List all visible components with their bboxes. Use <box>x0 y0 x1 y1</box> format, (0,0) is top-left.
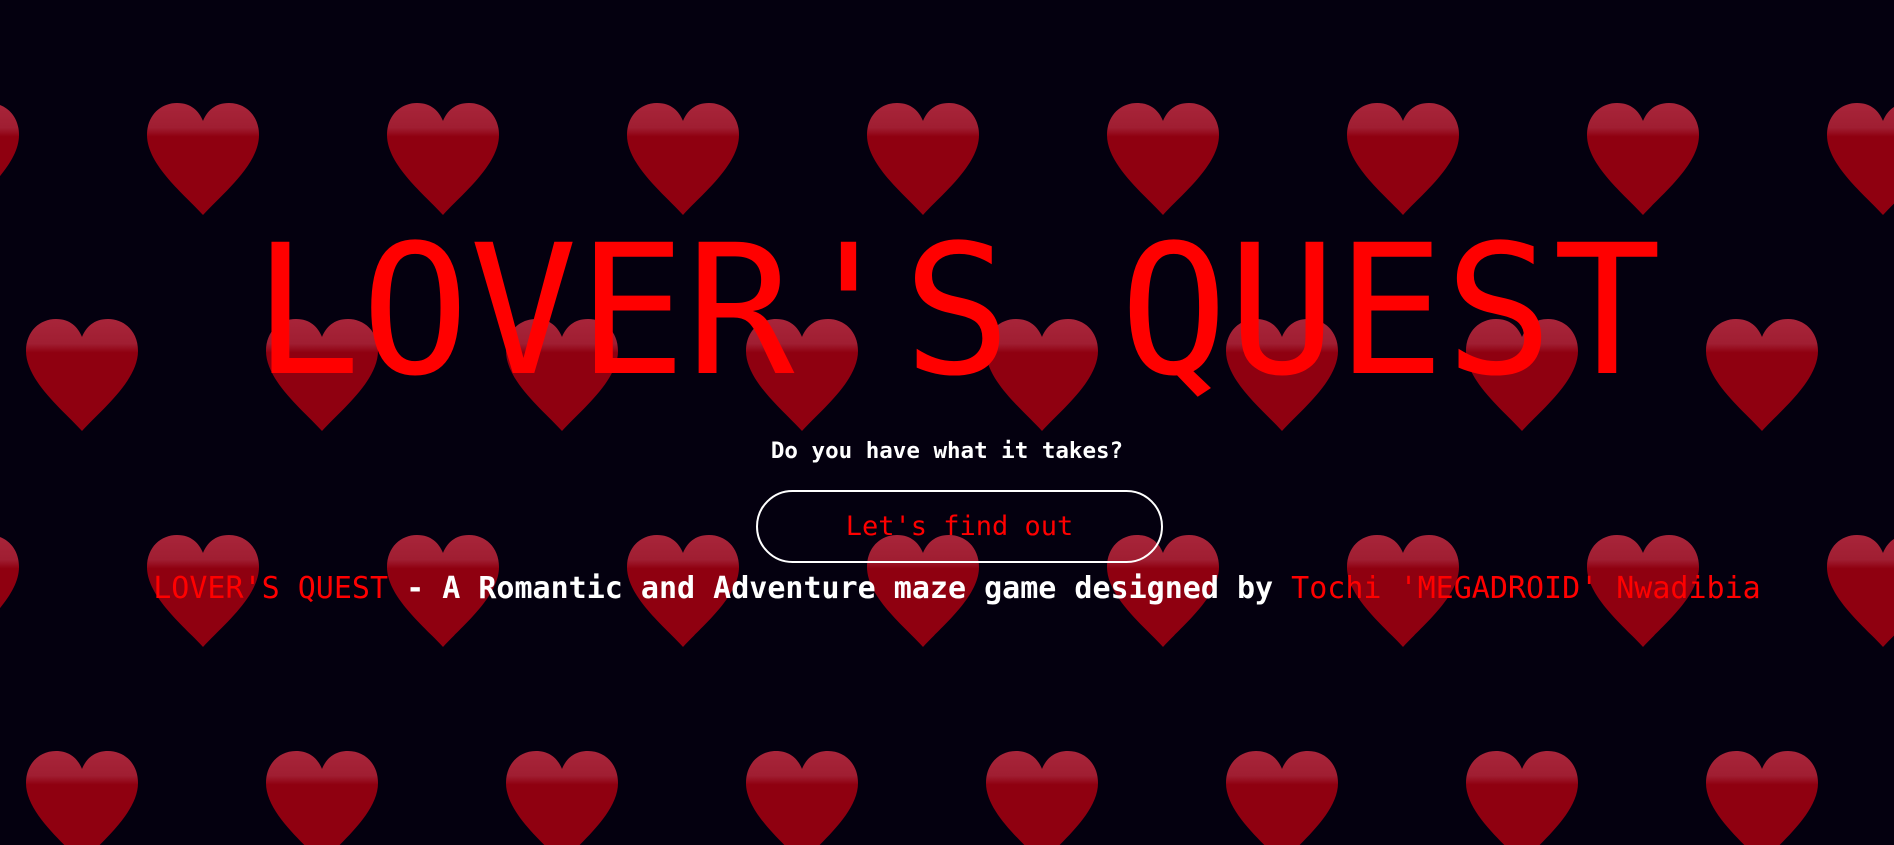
start-game-button[interactable]: Let's find out <box>756 490 1163 563</box>
landing-screen: LOVER'S QUEST Do you have what it takes?… <box>0 0 1894 845</box>
game-title: LOVER'S QUEST <box>252 207 1662 416</box>
credits-game-name: LOVER'S QUEST <box>153 571 389 606</box>
credits-author: Tochi 'MEGADROID' Nwadibia <box>1291 571 1761 606</box>
credits-description: - A Romantic and Adventure maze game des… <box>388 571 1292 606</box>
tagline: Do you have what it takes? <box>770 438 1124 464</box>
credits-line: LOVER'S QUEST - A Romantic and Adventure… <box>0 569 1894 609</box>
